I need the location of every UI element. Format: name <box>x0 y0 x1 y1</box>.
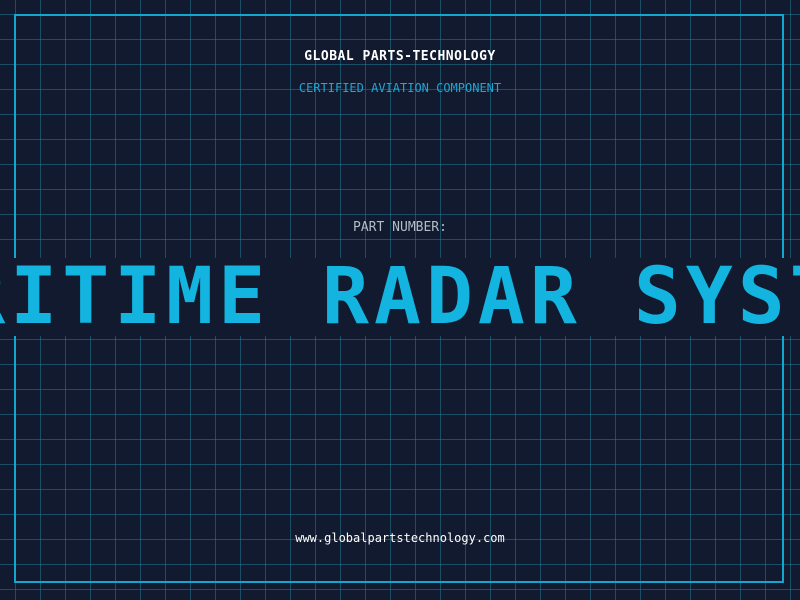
company-name: GLOBAL PARTS-TECHNOLOGY <box>304 49 496 64</box>
part-name-band: MARITIME RADAR SYSTEM <box>0 258 800 336</box>
part-name: MARITIME RADAR SYSTEM <box>0 258 800 336</box>
certification-subtitle: CERTIFIED AVIATION COMPONENT <box>298 81 502 95</box>
certificate-card: GLOBAL PARTS-TECHNOLOGY CERTIFIED AVIATI… <box>0 0 800 600</box>
website-link[interactable]: www.globalpartstechnology.com <box>0 531 800 545</box>
part-number-label: PART NUMBER: <box>353 220 447 235</box>
